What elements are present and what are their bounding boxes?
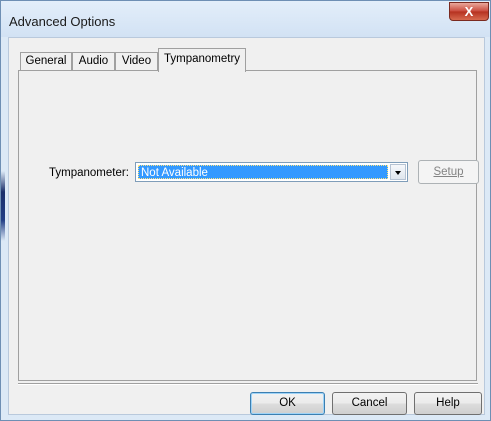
tab-label: Audio (78, 55, 109, 67)
footer-divider (18, 383, 478, 385)
tab-label: Video (121, 55, 152, 67)
background-window-edge (1, 171, 5, 241)
close-icon: X (464, 4, 474, 19)
tympanometer-selected-value: Not Available (138, 165, 388, 179)
cancel-button[interactable]: Cancel (332, 392, 407, 415)
tab-general[interactable]: General (20, 52, 72, 71)
title-bar[interactable]: Advanced Options X (1, 1, 490, 37)
tab-label: Tympanometry (163, 53, 241, 65)
setup-button[interactable]: Setup (418, 160, 479, 184)
tab-audio[interactable]: Audio (72, 52, 115, 71)
tympanometer-select[interactable]: Not Available (135, 162, 408, 182)
advanced-options-dialog: Advanced Options X General Audio Video T… (0, 0, 491, 421)
dialog-body: General Audio Video Tympanometry Tympano… (8, 37, 485, 415)
tab-label: General (25, 55, 67, 67)
tab-tympanometry[interactable]: Tympanometry (158, 48, 246, 72)
tab-video[interactable]: Video (115, 52, 158, 71)
close-button[interactable]: X (449, 2, 489, 21)
tympanometry-panel: Tympanometer: Not Available Setup (18, 70, 479, 381)
ok-button[interactable]: OK (250, 392, 325, 415)
help-button[interactable]: Help (414, 392, 482, 415)
dropdown-button[interactable] (390, 164, 406, 180)
tab-bar: General Audio Video Tympanometry (18, 48, 478, 72)
chevron-down-icon (395, 171, 401, 175)
tympanometer-label: Tympanometer: (49, 167, 129, 179)
window-title: Advanced Options (9, 14, 116, 29)
